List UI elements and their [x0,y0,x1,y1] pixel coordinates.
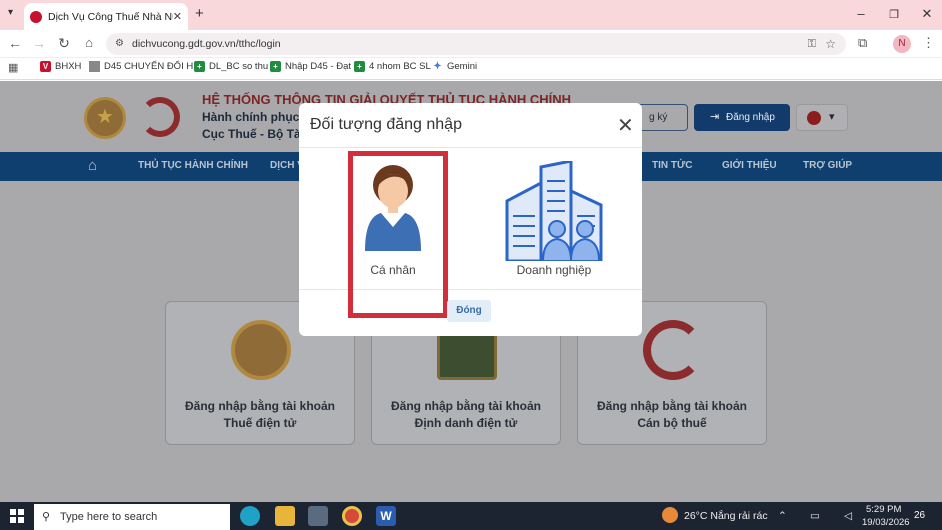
notification-badge[interactable]: 26 [914,510,925,521]
profile-avatar[interactable]: N [893,35,911,53]
apps-grid-icon[interactable]: ▦ [8,61,18,74]
sheets-icon: + [194,61,205,72]
tax-star-icon [643,320,703,380]
taskbar-search-input[interactable]: ⚲ Type here to search [34,504,230,530]
tray-battery-icon: ▭ [810,510,820,522]
card-line2: Thuế điện tử [223,416,297,430]
forward-icon[interactable]: → [30,35,48,51]
gemini-icon: ✦ [433,61,442,72]
menu-item-tin-tuc[interactable]: TIN TỨC [652,160,693,171]
window-close-icon[interactable]: ✕ [917,6,937,22]
site-header-subtitle: Hành chính phục v [202,110,310,124]
password-key-icon[interactable]: ⚿ [808,33,816,55]
card-line1: Đăng nhập bằng tài khoản [184,399,335,413]
url-field[interactable]: ⚙ dichvucong.gdt.gov.vn/tthc/login ⚿ ☆ [106,33,846,55]
language-select[interactable] [796,104,848,131]
login-button[interactable]: ⇥ Đăng nhập [694,104,790,131]
login-arrow-icon: ⇥ [710,111,720,123]
bookmark-item-bhxh[interactable]: V BHXH [40,61,81,72]
browser-tab-bar: ▾ Dịch Vụ Công Thuế Nhà Nước ✕ + – ❐ ✕ [0,0,942,30]
restore-icon[interactable]: ❐ [884,8,904,21]
menu-item-tro-giup[interactable]: TRỢ GIÚP [803,160,852,171]
windows-start-icon[interactable] [10,509,24,523]
tab-close-icon[interactable]: ✕ [173,10,182,23]
minimize-icon[interactable]: – [851,6,871,21]
national-emblem-icon [231,320,291,380]
bookmark-item-dl-bc[interactable]: + DL_BC so thu [194,61,268,72]
tab-title: Dịch Vụ Công Thuế Nhà Nước [48,10,173,23]
bookmark-doc-icon [89,61,100,72]
extensions-icon[interactable]: ⧉ [858,35,867,51]
new-tab-icon[interactable]: + [195,5,204,22]
menu-item-gioi-thieu[interactable]: GIỚI THIỆU [722,160,777,171]
back-icon[interactable]: ← [6,35,24,51]
clock-date[interactable]: 19/03/2026 [862,517,910,528]
option-doanh-nghiep[interactable]: Doanh nghiệp [499,161,609,281]
bookmark-item-4nhom[interactable]: +4 nhom BC SL [354,61,431,72]
home-icon[interactable]: ⌂ [80,35,98,50]
tray-volume-icon[interactable]: ◁ [844,510,852,522]
card-line1: Đăng nhập bằng tài khoản [596,399,747,413]
modal-divider [299,147,642,148]
modal-title: Đối tượng đăng nhập [310,116,462,133]
chrome-icon[interactable] [342,506,362,526]
browser-tab[interactable]: Dịch Vụ Công Thuế Nhà Nước ✕ [24,3,188,30]
url-text: dichvucong.gdt.gov.vn/tthc/login [132,38,281,50]
search-icon: ⚲ [42,511,51,523]
bookmark-item-d45[interactable]: D45 CHUYỂN ĐỔI H... [89,61,201,72]
home-menu-icon[interactable]: ⌂ [88,157,97,174]
tab-list-chevron-icon[interactable]: ▾ [8,7,13,18]
card-line1: Đăng nhập bằng tài khoản [390,399,541,413]
menu-item-thu-tuc[interactable]: THỦ TỤC HÀNH CHÍNH [138,160,248,171]
edge-icon[interactable] [240,506,260,526]
file-explorer-icon[interactable] [275,506,295,526]
clock-time[interactable]: 5:29 PM [866,504,901,515]
sheets-icon: + [354,61,365,72]
card-line2: Định danh điện tử [414,416,518,430]
bookmark-item-nhap-d45[interactable]: + Nhập D45 - Đạt [270,61,351,72]
tray-chevron-icon[interactable]: ⌃ [778,510,787,522]
bookmarks-bar: ▦ V BHXH D45 CHUYỂN ĐỔI H... + DL_BC so th… [0,58,942,80]
store-icon[interactable] [308,506,328,526]
highlight-annotation-box [348,151,448,318]
modal-close-icon[interactable]: ✕ [617,113,634,138]
national-emblem-logo [84,97,126,139]
company-buildings-icon [505,161,603,261]
browser-menu-icon[interactable]: ⋮ [922,35,935,51]
bookmark-item-gemini[interactable]: ✦ Gemini [432,61,477,72]
tax-logo [140,97,180,137]
modal-close-button[interactable]: Đóng [447,300,491,322]
weather-sun-icon[interactable] [662,507,678,523]
windows-taskbar: ⚲ Type here to search W 26°C Nắng rải rá… [0,502,942,530]
bookmark-v-icon: V [40,61,51,72]
sheets-icon: + [270,61,281,72]
reload-icon[interactable]: ↻ [55,35,73,52]
bookmark-star-icon[interactable]: ☆ [825,33,836,55]
option-doanh-nghiep-label: Doanh nghiệp [516,263,592,277]
site-favicon-icon [30,10,42,23]
address-toolbar: ← → ↻ ⌂ ⚙ dichvucong.gdt.gov.vn/tthc/log… [0,30,942,58]
site-info-icon[interactable]: ⚙ [115,33,124,55]
weather-text[interactable]: 26°C Nắng rải rác [684,510,768,522]
word-icon[interactable]: W [376,506,396,526]
site-header-org: Cục Thuế - Bộ Tài [202,127,304,141]
card-line2: Cán bộ thuế [637,416,707,430]
